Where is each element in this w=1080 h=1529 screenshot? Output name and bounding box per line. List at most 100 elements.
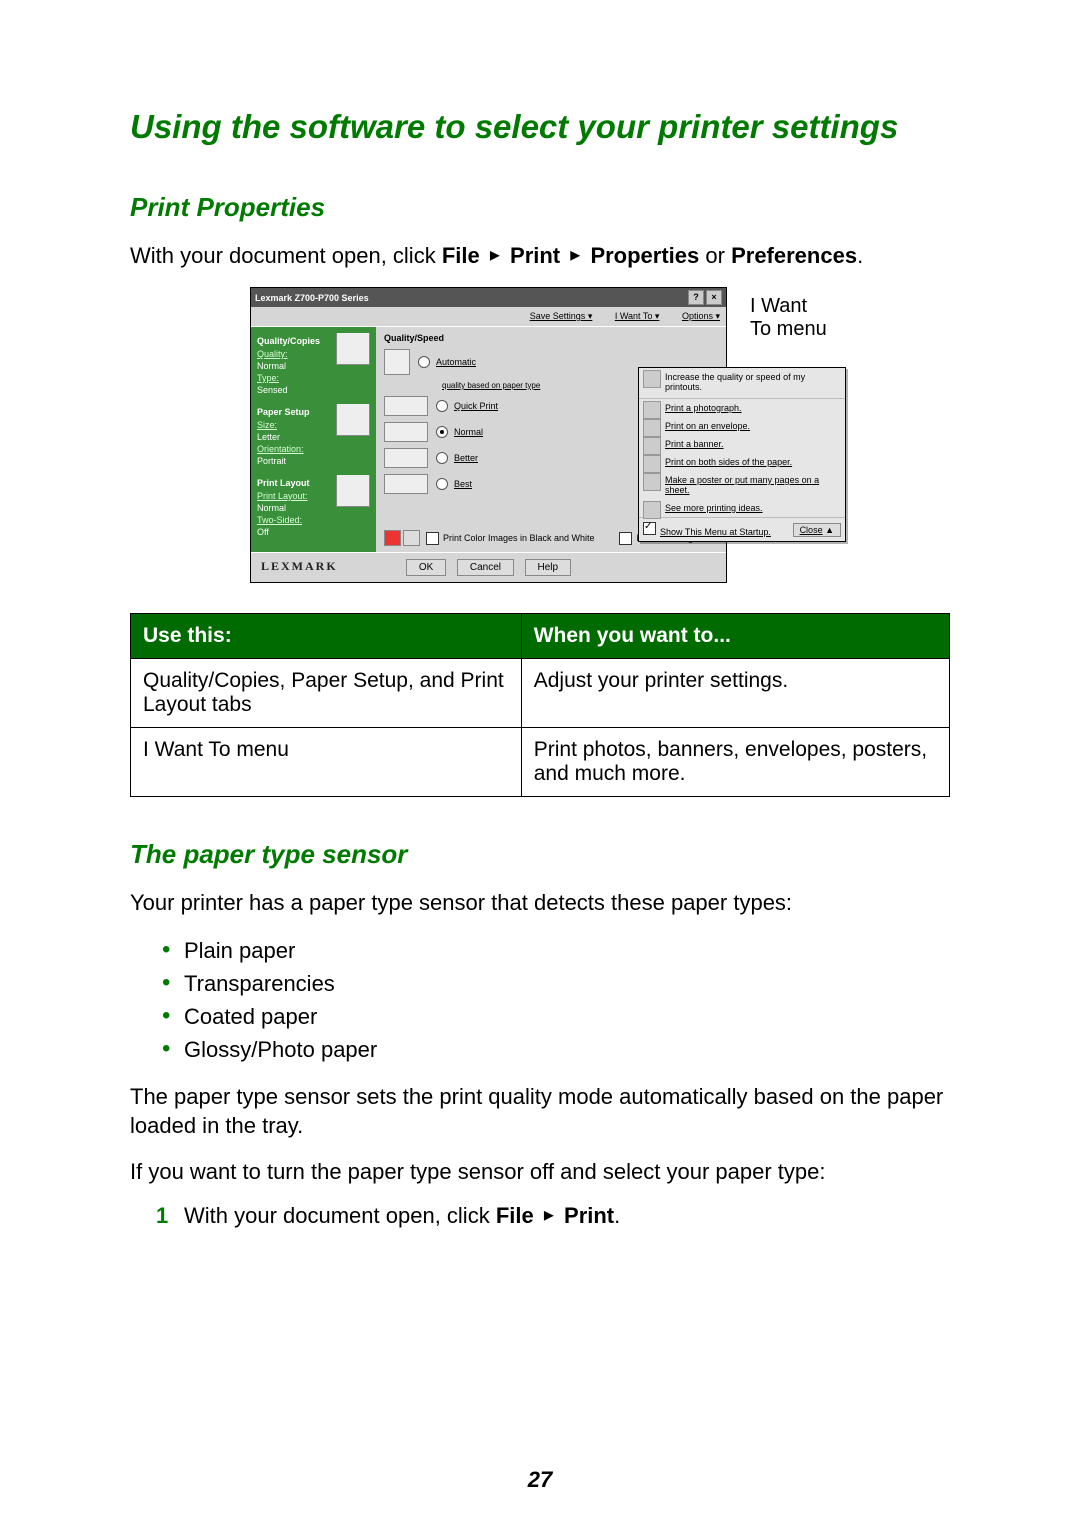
quality-icon [384,474,428,494]
ok-button[interactable]: OK [406,559,446,576]
bold-file: File [442,243,480,268]
text: . [614,1203,620,1228]
cancel-button[interactable]: Cancel [457,559,514,576]
help-button[interactable]: Help [525,559,572,576]
list-item: Glossy/Photo paper [162,1033,950,1066]
sidebar-value: Off [257,526,370,538]
menu-i-want-to[interactable]: I Want To ▾ [605,311,660,321]
dialog-menubar: Save Settings ▾ I Want To ▾ Options ▾ [251,307,726,327]
table-cell: I Want To menu [131,728,522,797]
iw-title: Increase the quality or speed of my prin… [639,368,845,399]
section-print-properties-title: Print Properties [130,192,950,223]
sidebar-orientation-link[interactable]: Orientation: [257,444,304,454]
tab-thumb-icon [336,333,370,365]
quality-speed-heading: Quality/Speed [384,333,718,343]
bold-properties: Properties [590,243,699,268]
text: With your document open, click [184,1203,496,1228]
i-want-to-popup: Increase the quality or speed of my prin… [638,367,846,542]
sensor-intro: Your printer has a paper type sensor tha… [130,888,950,918]
dialog-footer: LEXMARK OK Cancel Help [251,552,726,582]
tab-thumb-icon [336,404,370,436]
dialog-main-pane: Quality/Speed Automatic quality based on… [376,327,726,552]
iw-item-duplex[interactable]: Print on both sides of the paper. [639,453,845,471]
paper-types-list: Plain paper Transparencies Coated paper … [162,934,950,1066]
list-item: Plain paper [162,934,950,967]
section-paper-sensor-title: The paper type sensor [130,839,950,870]
radio-label: Normal [454,427,483,437]
dialog-sidebar: Quality/Copies Quality: Normal Type: Sen… [251,327,376,552]
bold-print: Print [564,1203,614,1228]
page-title: Using the software to select your printe… [130,108,950,146]
iw-item-banner[interactable]: Print a banner. [639,435,845,453]
iw-item-poster[interactable]: Make a poster or put many pages on a she… [639,471,845,499]
table-row: Quality/Copies, Paper Setup, and Print L… [131,659,950,728]
sidebar-layout-link[interactable]: Print Layout: [257,491,308,501]
iw-close-button[interactable]: Close ▲ [793,523,841,537]
sidebar-quality-link[interactable]: Quality: [257,349,288,359]
manual-page: Using the software to select your printe… [0,0,1080,1529]
table-cell: Adjust your printer settings. [521,659,949,728]
sidebar-size-link[interactable]: Size: [257,420,277,430]
sensor-para3: If you want to turn the paper type senso… [130,1157,950,1187]
sidebar-value: Sensed [257,384,370,396]
radio-label: Quick Print [454,401,498,411]
arrow-icon: ▸ [570,242,580,269]
arrow-icon: ▸ [490,242,500,269]
quality-icon [384,448,428,468]
table-header-use-this: Use this: [131,614,522,659]
print-properties-intro: With your document open, click File ▸ Pr… [130,241,950,271]
text: . [857,243,863,268]
iw-item-envelope[interactable]: Print on an envelope. [639,417,845,435]
screenshot-figure: I Want To menu Lexmark Z700-P700 Series … [250,287,830,583]
checkbox-bw-label: Print Color Images in Black and White [443,533,619,543]
table-cell: Print photos, banners, envelopes, poster… [521,728,949,797]
step-number: 1 [156,1203,184,1229]
checkbox-bw[interactable] [426,532,439,545]
bold-print: Print [510,243,560,268]
dialog-titlebar[interactable]: Lexmark Z700-P700 Series ? × [251,288,726,307]
sidebar-twosided-link[interactable]: Two-Sided: [257,515,302,525]
bw-swatch-icon [403,530,420,546]
annotation-i-want-to: I Want To menu [750,295,830,341]
quality-icon [384,422,428,442]
step-1: 1 With your document open, click File ▸ … [156,1203,950,1229]
arrow-icon: ▸ [544,1202,554,1227]
color-swatch-icon [384,530,401,546]
lexmark-logo: LEXMARK [261,559,338,574]
checkbox-lastpage[interactable] [619,532,632,545]
sidebar-type-link[interactable]: Type: [257,373,279,383]
radio-label: Best [454,479,472,489]
dialog-title: Lexmark Z700-P700 Series [255,293,686,303]
menu-options[interactable]: Options ▾ [672,311,720,321]
sensor-para2: The paper type sensor sets the print qua… [130,1082,950,1141]
help-icon[interactable]: ? [688,290,704,305]
list-item: Transparencies [162,967,950,1000]
menu-save-settings[interactable]: Save Settings ▾ [520,311,593,321]
radio-normal[interactable] [436,426,448,438]
speed-icon [643,370,661,388]
table-cell: Quality/Copies, Paper Setup, and Print L… [131,659,522,728]
quality-icon [384,349,410,375]
radio-label: Better [454,453,478,463]
usage-table: Use this: When you want to... Quality/Co… [130,613,950,797]
bold-file: File [496,1203,534,1228]
tab-thumb-icon [336,475,370,507]
text: With your document open, click [130,243,442,268]
iw-item-more[interactable]: See more printing ideas. [639,499,845,517]
table-row: I Want To menu Print photos, banners, en… [131,728,950,797]
list-item: Coated paper [162,1000,950,1033]
iw-item-photo[interactable]: Print a photograph. [639,399,845,417]
radio-automatic[interactable] [418,356,430,368]
print-properties-dialog: Lexmark Z700-P700 Series ? × Save Settin… [250,287,727,583]
bold-preferences: Preferences [731,243,857,268]
radio-better[interactable] [436,452,448,464]
table-header-when: When you want to... [521,614,949,659]
text: or [705,243,731,268]
radio-label: Automatic [436,357,476,367]
poster-icon [643,473,661,491]
iw-show-startup[interactable]: Show This Menu at Startup. [643,522,771,537]
lightbulb-icon [643,501,661,519]
close-icon[interactable]: × [706,290,722,305]
radio-best[interactable] [436,478,448,490]
radio-quickprint[interactable] [436,400,448,412]
